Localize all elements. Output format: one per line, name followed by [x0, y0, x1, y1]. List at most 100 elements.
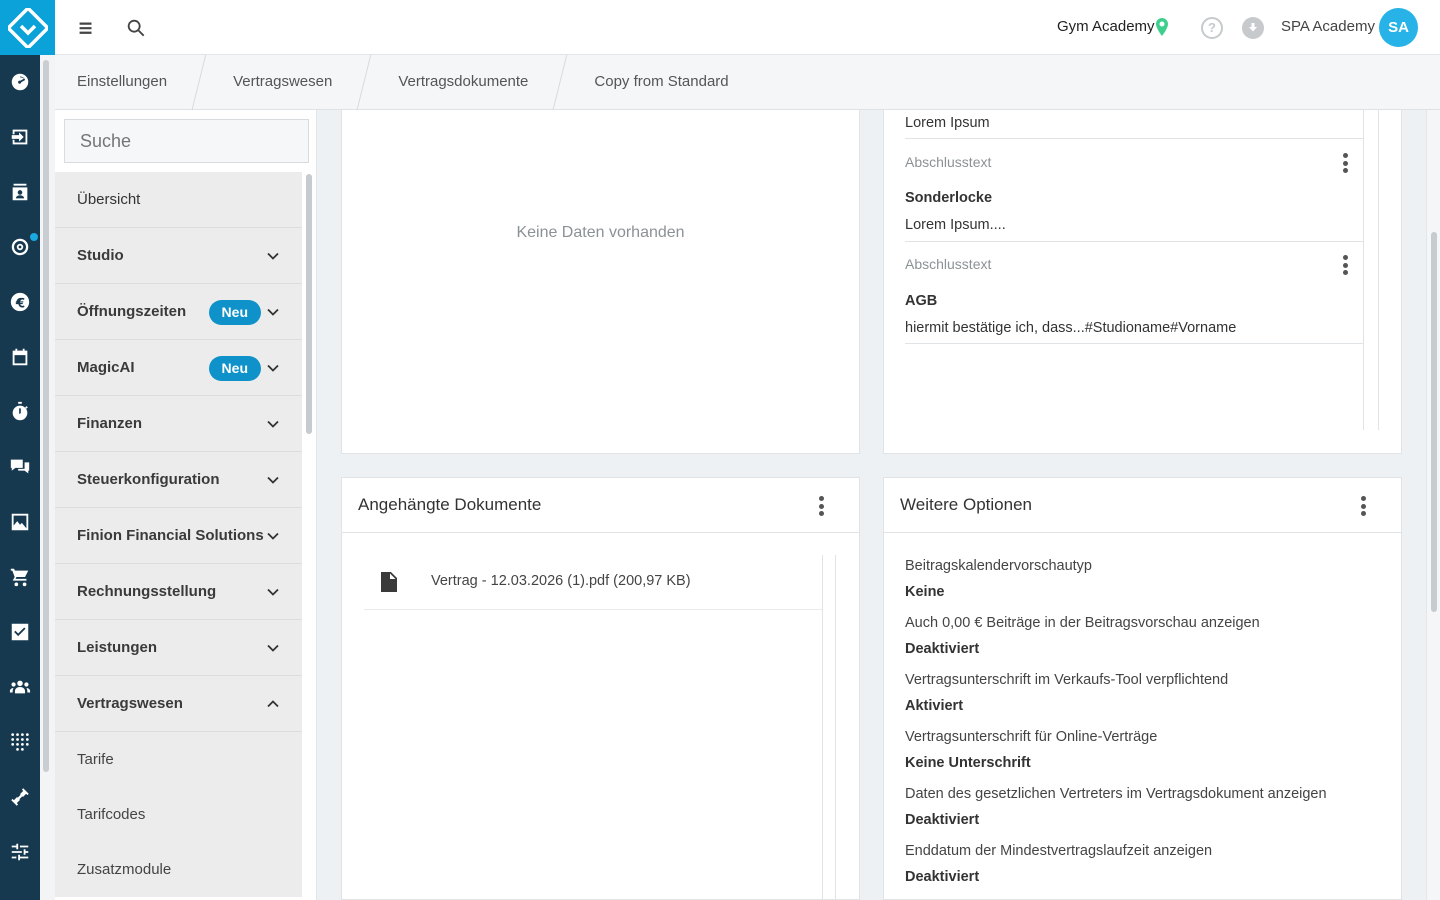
- panel-empty: Keine Daten vorhanden: [341, 110, 860, 454]
- file-icon: [381, 572, 397, 592]
- dashboard-icon[interactable]: [0, 62, 40, 102]
- divider: [905, 138, 1364, 139]
- chat-icon[interactable]: [0, 447, 40, 487]
- option-value: Keine Unterschrift: [905, 755, 1031, 771]
- sidebar-item-label: Finanzen: [77, 415, 143, 432]
- option-label: Vertragsunterschrift für Online-Verträge: [905, 729, 1158, 745]
- breadcrumb-item-einstellungen[interactable]: Einstellungen: [55, 55, 189, 110]
- text-entry-label: Abschlusstext: [905, 154, 992, 170]
- attachment-name[interactable]: Vertrag - 12.03.2026 (1).pdf (200,97 KB): [431, 573, 691, 589]
- text-entry-body: Lorem Ipsum....: [905, 217, 1006, 233]
- rail-scrollbar-thumb[interactable]: [43, 60, 49, 772]
- target-icon[interactable]: [0, 227, 40, 267]
- option-label: Daten des gesetzlichen Vertreters im Ver…: [905, 786, 1327, 802]
- notification-dot: [30, 233, 38, 241]
- sidebar-subitem-zusatzmodule[interactable]: Zusatzmodule: [55, 842, 302, 897]
- chevron-down-icon: [267, 644, 279, 652]
- text-body: Lorem Ipsum: [905, 115, 990, 131]
- sliders-icon[interactable]: [0, 832, 40, 872]
- sidebar-subitem-tarifcodes[interactable]: Tarifcodes: [55, 787, 302, 842]
- more-options-icon[interactable]: [1335, 151, 1355, 175]
- more-options-icon[interactable]: [1353, 494, 1373, 518]
- sidebar-item-label: MagicAI: [77, 359, 135, 376]
- sidebar-item-vertragswesen[interactable]: Vertragswesen: [55, 676, 302, 732]
- sidebar-item-label: Vertragswesen: [77, 695, 183, 712]
- chevron-down-icon: [267, 308, 279, 316]
- panel-more-options: Weitere Optionen Beitragskalendervorscha…: [883, 477, 1402, 900]
- panel-contract-texts: Lorem Ipsum Abschlusstext Sonderlocke Lo…: [883, 110, 1402, 454]
- chevron-up-icon: [267, 700, 279, 708]
- option-value: Keine: [905, 584, 945, 600]
- sidebar-item-label: Rechnungsstellung: [77, 583, 217, 600]
- sidebar-item-magicai[interactable]: MagicAI Neu: [55, 340, 302, 396]
- sidebar-scrollbar-thumb[interactable]: [306, 174, 312, 434]
- chevron-down-icon: [267, 420, 279, 428]
- option-label: Vertragsunterschrift im Verkaufs-Tool ve…: [905, 672, 1229, 688]
- sidebar-subitem-tarife[interactable]: Tarife: [55, 732, 302, 787]
- location-pin-icon[interactable]: [1155, 18, 1169, 36]
- svg-text:12: 12: [15, 356, 25, 365]
- more-options-icon[interactable]: [1335, 253, 1355, 277]
- chevron-down-icon: [267, 476, 279, 484]
- chevron-down-icon: [267, 532, 279, 540]
- settings-sidebar: Übersicht Studio Öffnungszeiten Neu Magi…: [55, 110, 317, 900]
- sidebar-item-label: Studio: [77, 247, 124, 264]
- cart-icon[interactable]: [0, 557, 40, 597]
- sidebar-item-studio[interactable]: Studio: [55, 228, 302, 284]
- sidebar-item-finion[interactable]: Finion Financial Solutions: [55, 508, 302, 564]
- text-entry-title: Sonderlocke: [905, 190, 993, 206]
- option-value: Deaktiviert: [905, 869, 980, 885]
- avatar[interactable]: SA: [1379, 8, 1418, 47]
- text-entry-label: Abschlusstext: [905, 256, 992, 272]
- divider: [905, 241, 1364, 242]
- more-options-icon[interactable]: [811, 494, 831, 518]
- panel-title: Weitere Optionen: [900, 495, 1032, 514]
- contacts-icon[interactable]: [0, 172, 40, 212]
- grid-dots-icon[interactable]: [0, 722, 40, 762]
- page-scrollbar-thumb[interactable]: [1431, 232, 1437, 612]
- breadcrumb: Einstellungen Vertragswesen Vertragsdoku…: [55, 55, 1440, 110]
- image-icon[interactable]: [0, 502, 40, 542]
- sidebar-item-label: Steuerkonfiguration: [77, 471, 220, 488]
- app-logo[interactable]: [0, 0, 55, 55]
- login-icon[interactable]: [0, 117, 40, 157]
- sidebar-item-label: Finion Financial Solutions: [77, 527, 264, 544]
- text-entry-title: AGB: [905, 293, 938, 309]
- sidebar-item-rechnungsstellung[interactable]: Rechnungsstellung: [55, 564, 302, 620]
- help-icon[interactable]: ?: [1201, 17, 1223, 39]
- download-icon[interactable]: [1242, 17, 1264, 39]
- stopwatch-icon[interactable]: [0, 392, 40, 432]
- people-icon[interactable]: [0, 667, 40, 707]
- page-scrollbar-track: [1426, 110, 1440, 900]
- studio-selector[interactable]: Gym Academy: [1057, 18, 1155, 35]
- sidebar-item-steuerkonfiguration[interactable]: Steuerkonfiguration: [55, 452, 302, 508]
- attachment-row[interactable]: Vertrag - 12.03.2026 (1).pdf (200,97 KB): [364, 555, 822, 610]
- user-name[interactable]: SPA Academy: [1281, 18, 1375, 35]
- panel-scrollbar[interactable]: [1378, 110, 1379, 430]
- calendar-icon[interactable]: 12: [0, 337, 40, 377]
- search-icon[interactable]: [122, 14, 150, 42]
- sidebar-item-finanzen[interactable]: Finanzen: [55, 396, 302, 452]
- panel-title: Angehängte Dokumente: [358, 495, 542, 514]
- sidebar-item-oeffnungszeiten[interactable]: Öffnungszeiten Neu: [55, 284, 302, 340]
- breadcrumb-item-vertragsdokumente[interactable]: Vertragsdokumente: [354, 55, 550, 110]
- empty-state-text: Keine Daten vorhanden: [516, 224, 685, 241]
- option-label: Beitragskalendervorschautyp: [905, 558, 1092, 574]
- new-badge: Neu: [208, 356, 261, 381]
- checkbox-icon[interactable]: [0, 612, 40, 652]
- chevron-down-icon: [267, 364, 279, 372]
- option-value: Aktiviert: [905, 698, 964, 714]
- euro-icon[interactable]: [0, 282, 40, 322]
- option-value: Deaktiviert: [905, 812, 980, 828]
- sidebar-item-leistungen[interactable]: Leistungen: [55, 620, 302, 676]
- sidebar-item-label: Leistungen: [77, 639, 158, 656]
- dumbbell-icon[interactable]: [0, 777, 40, 817]
- settings-search-input[interactable]: [64, 119, 309, 163]
- breadcrumb-item-vertragswesen[interactable]: Vertragswesen: [189, 55, 354, 110]
- hamburger-menu-icon[interactable]: [72, 14, 100, 42]
- panel-scrollbar[interactable]: [822, 555, 836, 900]
- breadcrumb-item-current: Copy from Standard: [594, 73, 729, 90]
- panel-header: Weitere Optionen: [884, 478, 1401, 533]
- sidebar-item-uebersicht[interactable]: Übersicht: [55, 172, 302, 228]
- settings-menu: Übersicht Studio Öffnungszeiten Neu Magi…: [55, 172, 302, 900]
